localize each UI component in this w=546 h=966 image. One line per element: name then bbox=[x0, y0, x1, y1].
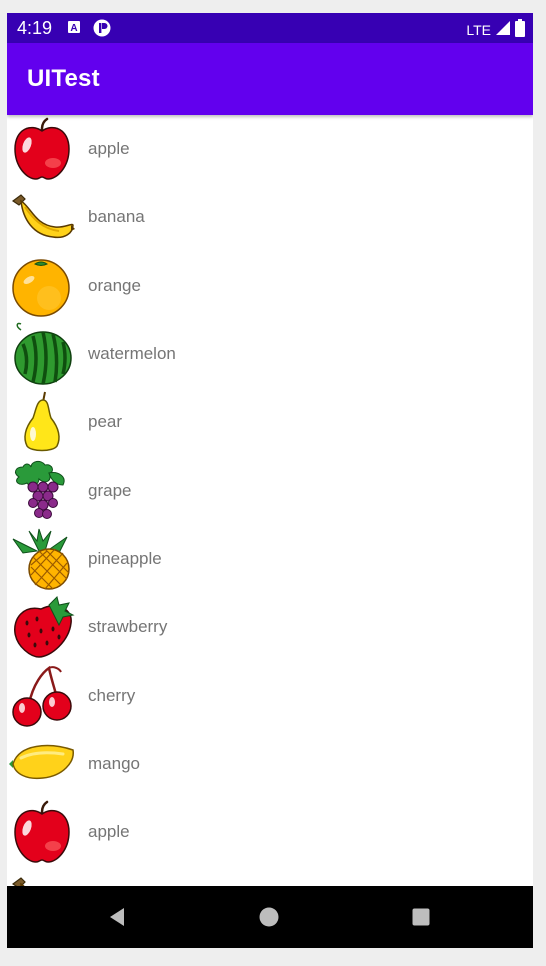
list-item[interactable]: banana bbox=[7, 866, 533, 886]
phone-screen: 4:19 A LTE UITest apple banana orange water… bbox=[7, 13, 533, 948]
apple-icon bbox=[9, 117, 75, 181]
mango-icon bbox=[9, 732, 75, 796]
cherry-icon bbox=[9, 664, 75, 728]
fruit-name: grape bbox=[88, 480, 132, 500]
fruit-name: watermelon bbox=[88, 344, 176, 364]
fruit-name: cherry bbox=[88, 685, 136, 705]
recents-button[interactable] bbox=[391, 886, 451, 948]
status-bar: 4:19 A LTE bbox=[7, 13, 533, 43]
list-item[interactable]: apple bbox=[7, 115, 533, 183]
fruit-name: banana bbox=[88, 207, 145, 227]
list-item[interactable]: pineapple bbox=[7, 525, 533, 593]
fruit-name: orange bbox=[88, 275, 141, 295]
banana-icon bbox=[9, 868, 75, 886]
fruit-name: pineapple bbox=[88, 548, 162, 568]
app-title: UITest bbox=[27, 65, 100, 92]
battery-icon bbox=[515, 19, 525, 40]
app-bar: UITest bbox=[7, 43, 533, 115]
apple-icon bbox=[9, 800, 75, 864]
back-button[interactable] bbox=[87, 886, 147, 948]
grape-icon bbox=[9, 459, 75, 523]
status-time: 4:19 bbox=[17, 18, 53, 38]
list-item[interactable]: apple bbox=[7, 798, 533, 866]
list-item[interactable]: pear bbox=[7, 388, 533, 456]
network-label: LTE bbox=[466, 21, 491, 38]
watermelon-icon bbox=[9, 322, 75, 386]
home-button[interactable] bbox=[239, 886, 299, 948]
strawberry-icon bbox=[9, 595, 75, 659]
fruit-name: apple bbox=[88, 822, 130, 842]
fruit-name: mango bbox=[88, 753, 140, 773]
pear-icon bbox=[9, 390, 75, 454]
banana-icon bbox=[9, 185, 75, 249]
recents-icon bbox=[412, 908, 430, 926]
back-icon bbox=[110, 908, 124, 926]
list-item[interactable]: grape bbox=[7, 456, 533, 524]
keyboard-notification-icon: A bbox=[67, 20, 81, 39]
list-item[interactable]: watermelon bbox=[7, 320, 533, 388]
navigation-bar bbox=[7, 886, 533, 948]
list-item[interactable]: orange bbox=[7, 252, 533, 320]
orange-icon bbox=[9, 254, 75, 318]
fruit-list[interactable]: apple banana orange watermelon pear grape pine… bbox=[7, 115, 533, 886]
fruit-name: pear bbox=[88, 412, 123, 432]
app-notification-icon bbox=[93, 19, 111, 42]
list-item[interactable]: cherry bbox=[7, 661, 533, 729]
fruit-name: strawberry bbox=[88, 617, 168, 637]
pineapple-icon bbox=[9, 527, 75, 591]
svg-text:A: A bbox=[70, 23, 77, 34]
signal-icon bbox=[495, 20, 511, 39]
fruit-name: apple bbox=[88, 139, 130, 159]
home-icon bbox=[259, 907, 279, 927]
list-item[interactable]: mango bbox=[7, 730, 533, 798]
list-item[interactable]: strawberry bbox=[7, 593, 533, 661]
list-item[interactable]: banana bbox=[7, 183, 533, 251]
